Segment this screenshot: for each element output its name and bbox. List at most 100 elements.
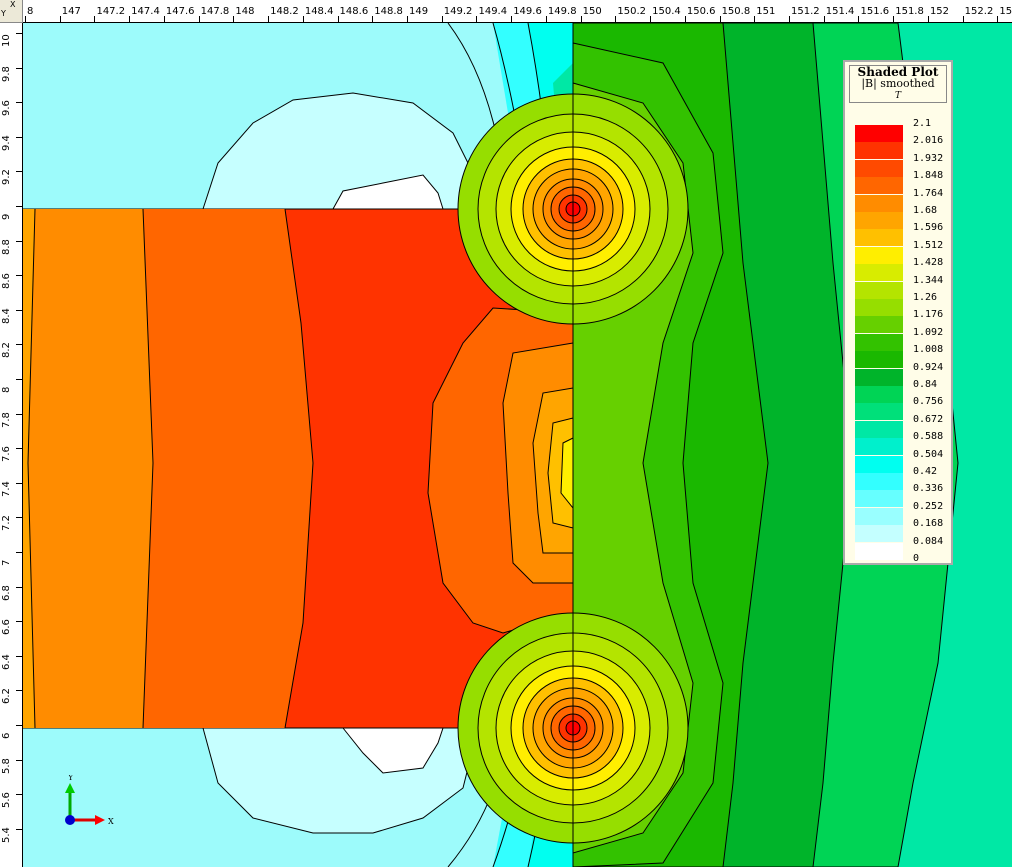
legend-value: 1.26 — [913, 292, 938, 303]
y-ruler-tick — [16, 136, 22, 138]
legend-unit: T — [894, 91, 901, 101]
legend-swatch — [855, 351, 903, 369]
y-ruler-label: 5.6 — [1, 792, 12, 809]
legend-value: 1.512 — [913, 239, 944, 251]
legend-value: 0.588 — [913, 431, 944, 443]
legend-swatch — [855, 125, 903, 142]
x-ruler-tick — [789, 16, 791, 22]
legend-value: 2.1 — [913, 118, 932, 129]
legend-swatch — [855, 455, 903, 473]
y-ruler-tick — [16, 309, 22, 311]
x-ruler-tick — [684, 16, 686, 22]
y-ruler-label: 9.4 — [1, 134, 12, 151]
y-ruler-tick — [16, 655, 22, 657]
x-ruler-label: 149.6 — [513, 6, 542, 17]
y-ruler-tick — [16, 828, 22, 830]
y-ruler-label: 6.8 — [1, 584, 12, 601]
y-ruler-label: 6.4 — [1, 653, 12, 670]
x-ruler-label: 150.4 — [652, 6, 681, 17]
x-ruler-tick — [823, 16, 825, 22]
x-ruler-tick — [893, 16, 895, 22]
x-ruler-tick — [927, 16, 929, 22]
legend-value: 1.176 — [913, 309, 944, 321]
x-ruler-tick — [997, 16, 999, 22]
legend-value: 0.084 — [913, 535, 944, 547]
legend-value: 0.924 — [913, 361, 944, 373]
legend-value: 0.168 — [913, 518, 944, 530]
legend-swatch — [855, 264, 903, 282]
y-ruler-label: 8.6 — [1, 273, 12, 290]
legend-panel: Shaded Plot |B| smoothed T 2.1 2.016 1.932… — [843, 60, 953, 565]
y-ruler-label: 7.2 — [1, 515, 12, 532]
y-ruler-tick — [16, 690, 22, 692]
x-ruler-label: 149.8 — [547, 6, 577, 17]
x-ruler-tick — [198, 16, 200, 22]
axis-y-label: Y — [67, 775, 74, 782]
x-ruler-label: 147.4 — [131, 6, 160, 17]
x-ruler-label: 147.8 — [200, 6, 230, 17]
legend-value: 1.344 — [913, 274, 944, 286]
y-ruler-tick — [16, 240, 22, 242]
x-ruler-tick — [25, 16, 26, 22]
x-ruler-tick — [163, 16, 165, 22]
x-ruler-label: 148 — [235, 6, 255, 17]
legend-value: 1.428 — [913, 257, 944, 269]
x-ruler-tick — [268, 16, 270, 22]
y-ruler-tick — [16, 171, 22, 173]
legend-value: 1.764 — [913, 187, 944, 199]
x-ruler-label: 151.2 — [791, 6, 820, 17]
legend-swatch — [855, 473, 903, 490]
legend-swatch — [855, 333, 903, 351]
x-ruler-tick — [754, 16, 756, 22]
x-ruler-tick — [511, 16, 513, 22]
x-ruler-tick — [59, 16, 61, 22]
legend-value: 0 — [913, 553, 920, 564]
corner-x-label: X — [10, 0, 16, 9]
legend-swatch — [855, 507, 903, 525]
x-ruler-tick — [650, 16, 652, 22]
x-ruler-label: 151 — [756, 6, 776, 17]
legend-swatch — [855, 246, 903, 264]
legend-value: 0.336 — [913, 483, 944, 495]
x-ruler-label: 149 — [409, 6, 429, 17]
y-ruler-tick — [16, 344, 22, 346]
x-ruler-tick — [302, 16, 304, 22]
y-ruler-tick — [16, 33, 22, 34]
legend-value: 0.252 — [913, 500, 944, 512]
y-ruler-tick — [16, 586, 22, 588]
legend-value: 1.596 — [913, 222, 944, 234]
y-ruler-label: 8.4 — [1, 307, 12, 324]
legend-swatch — [855, 159, 903, 177]
x-ruler-label: 152 — [929, 6, 950, 17]
y-ruler-label: 10 — [1, 34, 12, 47]
y-ruler-tick — [16, 725, 22, 726]
y-ruler-tick — [16, 794, 22, 796]
legend-value: 0.756 — [913, 396, 944, 408]
y-ruler-tick — [16, 621, 22, 623]
y-ruler-label: 8 — [1, 386, 12, 393]
x-ruler-label: 151.8 — [895, 6, 924, 17]
legend-swatch — [855, 420, 903, 438]
x-ruler-label: 152.4 — [999, 6, 1012, 17]
x-ruler-tick — [545, 16, 547, 22]
legend-swatch — [855, 316, 903, 334]
x-ruler-tick — [372, 16, 374, 22]
x-ruler-tick — [858, 16, 860, 22]
x-ruler-tick — [580, 16, 582, 22]
legend-value: 0.672 — [913, 413, 944, 425]
y-ruler-label: 9 — [1, 213, 12, 220]
legend-swatch — [855, 299, 903, 316]
x-ruler-label: 150.6 — [686, 6, 716, 17]
x-ruler-label: 149.2 — [443, 6, 473, 17]
x-ruler-tick — [962, 16, 964, 22]
x-ruler-tick — [233, 16, 235, 22]
legend-value: 0.84 — [913, 379, 938, 390]
x-ruler-label: 149.4 — [478, 6, 508, 17]
x-ruler-label: 147.6 — [165, 6, 195, 17]
y-ruler-tick — [16, 206, 22, 207]
legend-value: 1.932 — [913, 152, 944, 164]
legend-swatch — [855, 490, 903, 508]
y-ruler: 10 9.8 9.6 9.4 9.2 9 8.8 8.6 8.4 8.2 8 7.8 7.6 7.4 7.2… — [0, 23, 23, 867]
legend-value: 2.016 — [913, 135, 944, 147]
x-ruler-label: 148.4 — [304, 6, 334, 17]
